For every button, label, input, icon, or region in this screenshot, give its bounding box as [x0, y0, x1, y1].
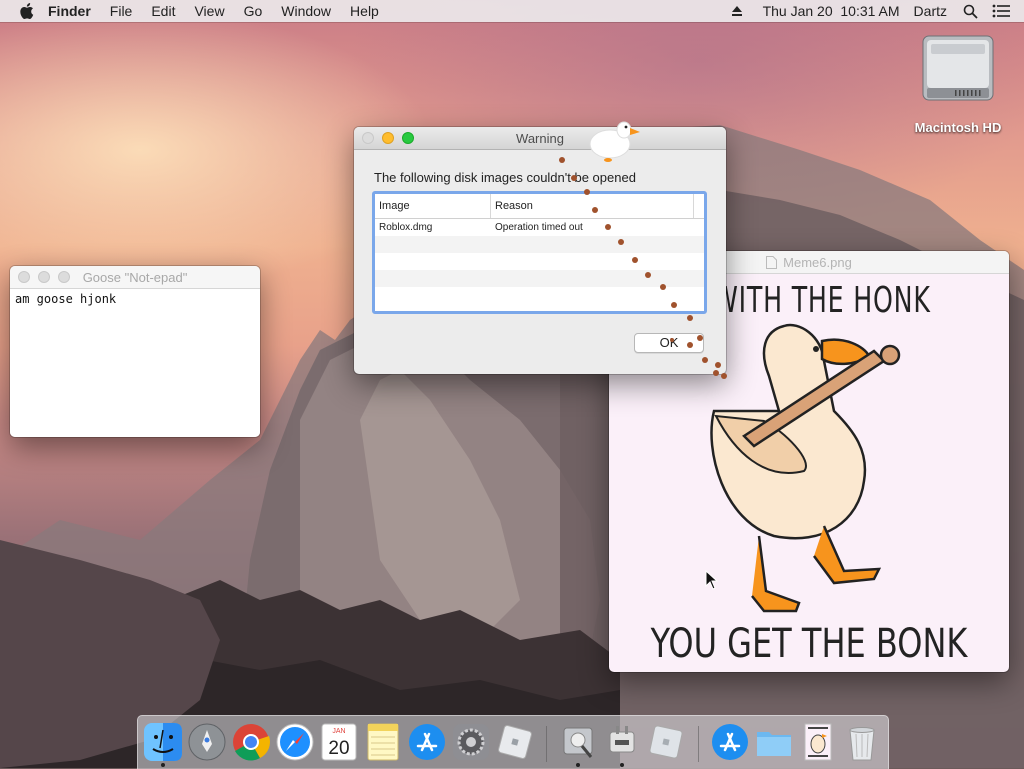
folder-icon[interactable] — [754, 722, 794, 762]
calendar-month: JAN — [332, 728, 345, 735]
trash-icon[interactable] — [842, 722, 882, 762]
notepad-text-area[interactable]: am goose hjonk — [10, 289, 260, 437]
safari-icon[interactable] — [275, 722, 315, 762]
document-proxy-icon[interactable] — [766, 255, 778, 269]
zoom-button[interactable] — [58, 271, 70, 283]
table-header: Image Reason — [375, 194, 704, 219]
warning-titlebar[interactable]: Warning — [354, 127, 726, 150]
notepad-title: Goose "Not-epad" — [82, 269, 188, 285]
dock-separator — [698, 726, 699, 762]
notepad-titlebar[interactable]: Goose "Not-epad" — [10, 266, 260, 289]
notepad-window[interactable]: Goose "Not-epad" am goose hjonk — [10, 266, 260, 437]
dock-separator — [546, 726, 547, 762]
spotlight-search-icon[interactable] — [963, 4, 978, 19]
close-button[interactable] — [362, 132, 374, 144]
meme-bottom-text: YOU GET THE BONK — [650, 621, 968, 667]
chrome-icon[interactable] — [231, 722, 271, 762]
table-row[interactable]: Roblox.dmg Operation timed out — [375, 219, 704, 236]
cell-reason: Operation timed out — [495, 222, 583, 233]
menu-go[interactable]: Go — [244, 3, 263, 19]
disk-image-table[interactable]: Image Reason Roblox.dmg Operation timed … — [372, 191, 707, 314]
menu-file[interactable]: File — [110, 3, 133, 19]
warning-dialog[interactable]: Warning The following disk images couldn… — [354, 127, 726, 374]
running-indicator — [161, 763, 165, 767]
menu-help[interactable]: Help — [350, 3, 379, 19]
dock: JAN 20 — [137, 715, 889, 769]
menu-view[interactable]: View — [194, 3, 224, 19]
hd-label: Macintosh HD — [914, 120, 1002, 135]
app-menu[interactable]: Finder — [48, 3, 91, 19]
window-controls — [18, 271, 78, 283]
menu-clock[interactable]: Thu Jan 20 10:31 AM — [763, 3, 900, 19]
meme-image-icon[interactable] — [798, 722, 838, 762]
running-indicator — [620, 763, 624, 767]
table-row-empty — [375, 287, 704, 304]
menu-user[interactable]: Dartz — [914, 3, 947, 19]
notes-icon[interactable] — [363, 722, 403, 762]
warning-message: The following disk images couldn't be op… — [374, 170, 636, 185]
roblox-studio-icon[interactable] — [646, 722, 686, 762]
minimize-button[interactable] — [38, 271, 50, 283]
desktop-hd-item[interactable]: Macintosh HD — [912, 32, 1004, 135]
menu-edit[interactable]: Edit — [151, 3, 175, 19]
image-window-title: Meme6.png — [783, 254, 852, 270]
menu-window[interactable]: Window — [281, 3, 331, 19]
goose-with-bat-illustration — [710, 323, 901, 613]
hard-drive-icon — [922, 35, 994, 101]
desktop-goose-sprite[interactable] — [584, 118, 644, 168]
column-header-image[interactable]: Image — [375, 194, 491, 218]
table-row-empty — [375, 270, 704, 287]
calendar-day: 20 — [328, 738, 349, 759]
app-store-downloads-icon[interactable] — [710, 722, 750, 762]
disk-utility-icon[interactable] — [558, 722, 598, 762]
column-header-reason[interactable]: Reason — [491, 194, 694, 218]
table-row-empty — [375, 236, 704, 253]
window-controls — [362, 132, 422, 144]
calendar-icon[interactable]: JAN 20 — [319, 722, 359, 762]
cell-image: Roblox.dmg — [379, 222, 433, 233]
ok-button[interactable]: OK — [634, 333, 704, 353]
eject-icon[interactable] — [731, 5, 743, 17]
system-preferences-icon[interactable] — [451, 722, 491, 762]
warning-title: Warning — [516, 130, 564, 146]
menu-bar: Finder File Edit View Go Window Help Thu… — [0, 0, 1024, 22]
mouse-cursor-icon — [705, 570, 719, 590]
goose-app-icon[interactable] — [602, 722, 642, 762]
roblox-icon[interactable] — [495, 722, 535, 762]
table-row-empty — [375, 253, 704, 270]
zoom-button[interactable] — [402, 132, 414, 144]
notification-center-icon[interactable] — [992, 4, 1010, 18]
launchpad-icon[interactable] — [187, 722, 227, 762]
close-button[interactable] — [18, 271, 30, 283]
finder-icon[interactable] — [143, 722, 183, 762]
app-store-icon[interactable] — [407, 722, 447, 762]
apple-menu-icon[interactable] — [20, 3, 34, 19]
minimize-button[interactable] — [382, 132, 394, 144]
running-indicator — [576, 763, 580, 767]
